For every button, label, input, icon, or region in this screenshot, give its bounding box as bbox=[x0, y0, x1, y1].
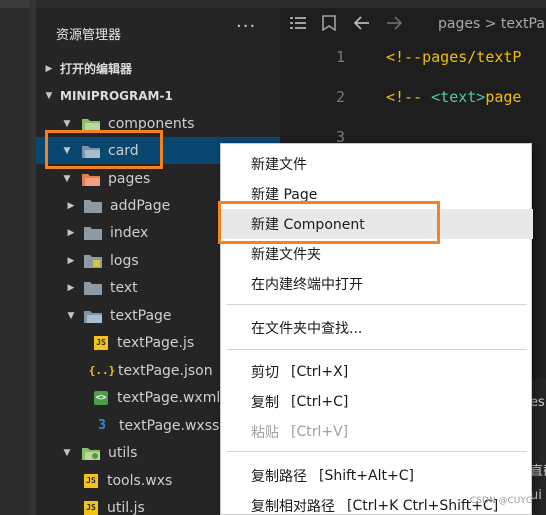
folder-icon bbox=[84, 226, 102, 240]
tree-item-label: pages bbox=[108, 170, 151, 187]
breadcrumb[interactable]: pages > textPa bbox=[438, 16, 545, 32]
menu-item-copy[interactable]: 复制 [Ctrl+C] bbox=[221, 387, 533, 417]
chevron-right-icon: ▶ bbox=[67, 255, 75, 266]
line-number: 2 bbox=[336, 88, 346, 106]
chevron-right-icon: ▶ bbox=[67, 227, 75, 238]
forward-arrow-icon[interactable] bbox=[386, 16, 408, 34]
menu-separator bbox=[227, 451, 527, 452]
code-line-2[interactable]: <!-- <text>page bbox=[386, 88, 521, 106]
code-comment-open: <!-- bbox=[386, 88, 432, 106]
menu-item-open-in-terminal[interactable]: 在内建终端中打开 bbox=[221, 269, 533, 299]
chevron-down-icon: ▼ bbox=[63, 145, 71, 156]
menu-shortcut: [Shift+Alt+C] bbox=[319, 468, 414, 484]
tree-item-label: tools.wxs bbox=[107, 472, 173, 489]
json-file-icon: {..} bbox=[88, 364, 116, 377]
menu-separator bbox=[227, 304, 527, 305]
menu-item-new-folder[interactable]: 新建文件夹 bbox=[221, 239, 533, 269]
chevron-right-icon: ▶ bbox=[67, 200, 75, 211]
wxs-file-icon: JS bbox=[84, 473, 98, 488]
menu-item-paste[interactable]: 粘贴 [Ctrl+V] bbox=[221, 417, 533, 447]
js-file-icon: JS bbox=[94, 335, 108, 350]
breadcrumb-separator: > bbox=[484, 16, 497, 32]
menu-item-label: 复制 bbox=[251, 395, 279, 411]
wxss-file-icon: 3 bbox=[98, 418, 106, 433]
tree-item-label: textPage.json bbox=[118, 362, 213, 379]
tree-item-label: components bbox=[108, 115, 195, 132]
activity-bar bbox=[0, 0, 36, 515]
tree-item-label: textPage.js bbox=[117, 334, 195, 351]
menu-shortcut: [Ctrl+X] bbox=[291, 364, 349, 380]
menu-item-new-component[interactable]: 新建 Component bbox=[221, 209, 533, 239]
sidebar-top-strip bbox=[36, 0, 280, 8]
menu-shortcut: [Ctrl+V] bbox=[291, 424, 349, 440]
menu-item-label: 粘贴 bbox=[251, 425, 279, 441]
project-section[interactable]: ▼ MINIPROGRAM-1 bbox=[36, 82, 280, 109]
tree-item-label: utils bbox=[108, 444, 138, 461]
chevron-down-icon: ▼ bbox=[63, 447, 71, 458]
bookmark-icon[interactable] bbox=[322, 15, 344, 35]
back-arrow-icon[interactable] bbox=[353, 16, 376, 34]
code-comment: <!--pages/textP bbox=[386, 48, 522, 66]
menu-item-find-in-folder[interactable]: 在文件夹中查找... bbox=[221, 313, 533, 343]
code-comment-rest: page bbox=[485, 88, 522, 106]
menu-item-label: 复制路径 bbox=[251, 469, 307, 485]
breadcrumb-pages[interactable]: pages bbox=[438, 16, 480, 32]
tree-item-label: index bbox=[110, 224, 149, 241]
code-tag: <text> bbox=[431, 88, 486, 106]
breadcrumb-file[interactable]: textPa bbox=[501, 16, 545, 32]
menu-item-new-file[interactable]: 新建文件 bbox=[221, 149, 533, 179]
menu-shortcut: [Ctrl+C] bbox=[291, 394, 349, 410]
tree-item-label: card bbox=[108, 142, 139, 159]
folder-icon bbox=[84, 281, 102, 295]
watermark: CSDN @CUYG bbox=[470, 496, 533, 506]
context-menu: 新建文件 新建 Page 新建 Component 新建文件夹 在内建终端中打开… bbox=[220, 143, 533, 515]
chevron-right-icon: ▶ bbox=[67, 282, 75, 293]
folder-open-icon bbox=[84, 309, 102, 323]
tree-item-label: text bbox=[110, 279, 138, 296]
menu-item-new-page[interactable]: 新建 Page bbox=[221, 179, 533, 209]
open-editors-label: 打开的编辑器 bbox=[60, 62, 133, 76]
logs-folder-icon bbox=[84, 254, 102, 268]
tree-item-label: logs bbox=[110, 252, 139, 269]
chevron-down-icon: ▼ bbox=[63, 118, 71, 129]
explorer-title: 资源管理器 bbox=[56, 28, 122, 43]
tree-item-label: textPage.wxss bbox=[119, 417, 220, 434]
list-icon[interactable] bbox=[290, 16, 312, 34]
chevron-down-icon: ▼ bbox=[63, 173, 71, 184]
menu-item-copy-path[interactable]: 复制路径 [Shift+Alt+C] bbox=[221, 461, 533, 491]
chevron-down-icon: ▼ bbox=[45, 90, 53, 101]
project-name: MINIPROGRAM-1 bbox=[60, 88, 173, 103]
menu-item-cut[interactable]: 剪切 [Ctrl+X] bbox=[221, 357, 533, 387]
menu-item-label: 复制相对路径 bbox=[251, 499, 335, 515]
tree-item-label: addPage bbox=[110, 197, 171, 214]
tree-item-label: textPage.wxml bbox=[117, 389, 221, 406]
chevron-right-icon: ▶ bbox=[45, 63, 53, 74]
line-number: 1 bbox=[336, 48, 346, 66]
folder-open-icon bbox=[82, 117, 100, 131]
editor-top-strip bbox=[280, 0, 546, 8]
folder-open-icon bbox=[82, 144, 100, 158]
folder-icon bbox=[84, 199, 102, 213]
tree-item-label: textPage bbox=[110, 307, 172, 324]
js-file-icon: JS bbox=[84, 500, 98, 515]
folder-open-icon bbox=[82, 172, 100, 186]
open-editors-section[interactable]: ▶ 打开的编辑器 bbox=[36, 55, 280, 82]
menu-item-label: 剪切 bbox=[251, 365, 279, 381]
chevron-down-icon: ▼ bbox=[67, 310, 75, 321]
utils-folder-icon bbox=[82, 446, 100, 460]
more-actions-icon[interactable]: ··· bbox=[236, 16, 256, 37]
wxml-file-icon: <> bbox=[94, 390, 108, 405]
menu-separator bbox=[227, 349, 527, 350]
tree-item-label: util.js bbox=[107, 499, 145, 515]
code-line-1[interactable]: <!--pages/textP bbox=[386, 48, 521, 66]
tree-item-components[interactable]: ▼ components bbox=[36, 110, 280, 137]
